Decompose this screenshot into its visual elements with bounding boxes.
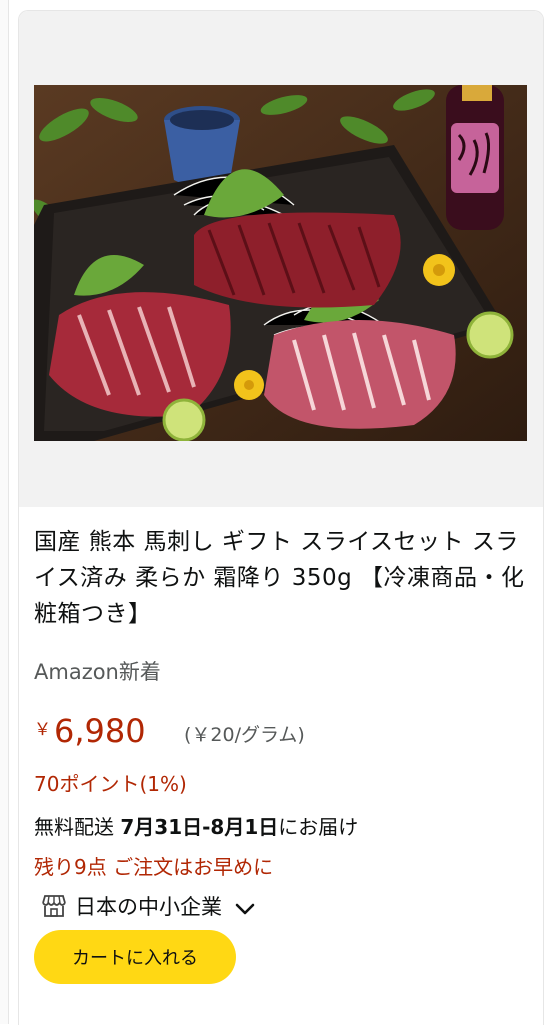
product-title[interactable]: 国産 熊本 馬刺し ギフト スライスセット スライス済み 柔らか 霜降り 350… — [34, 524, 530, 632]
product-image-area[interactable] — [19, 11, 543, 507]
seller-info-toggle[interactable]: 日本の中小企業 — [41, 889, 256, 923]
delivery-suffix: にお届け — [278, 815, 359, 839]
unit-price: (￥20/グラム) — [184, 724, 305, 746]
points-text: 70ポイント(1%) — [34, 772, 187, 796]
stock-warning: 残り9点 ご注文はお早めに — [34, 855, 274, 879]
delivery-info: 無料配送 7月31日-8月1日にお届け — [34, 811, 358, 840]
seller-label: 日本の中小企業 — [75, 895, 222, 919]
delivery-dates: 7月31日-8月1日 — [120, 815, 279, 839]
adjacent-card-edge — [0, 0, 9, 1024]
delivery-prefix: 無料配送 — [34, 815, 121, 839]
price-value: 6,980 — [54, 712, 146, 750]
new-arrival-badge: Amazon新着 — [34, 660, 161, 684]
price-currency: ￥ — [34, 720, 51, 740]
storefront-icon — [42, 895, 66, 917]
product-image[interactable] — [34, 85, 527, 441]
add-to-cart-button[interactable]: カートに入れる — [34, 930, 236, 984]
chevron-down-icon — [235, 903, 255, 915]
product-card[interactable]: 国産 熊本 馬刺し ギフト スライスセット スライス済み 柔らか 霜降り 350… — [18, 10, 544, 1025]
